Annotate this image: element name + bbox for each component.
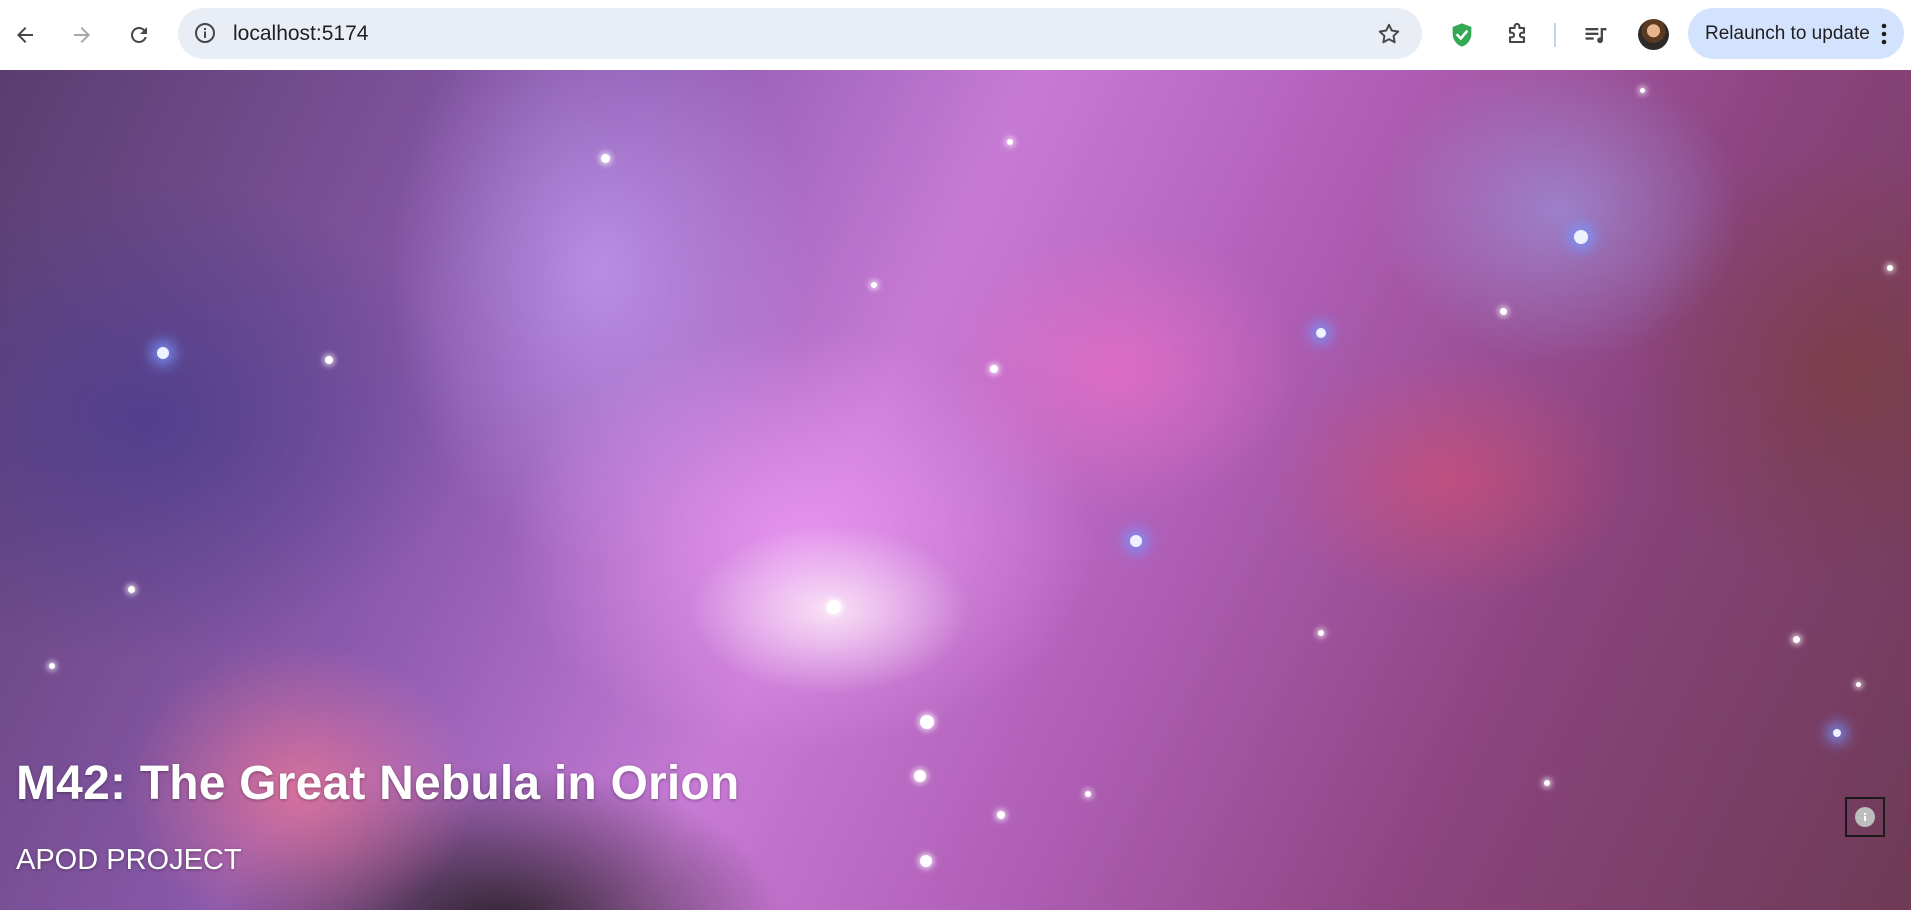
reload-button[interactable] xyxy=(119,15,159,55)
shield-check-icon xyxy=(1452,23,1472,47)
star xyxy=(1833,729,1841,737)
browser-toolbar: localhost:5174 Relaunch to update xyxy=(0,0,1911,70)
apod-hero-image: M42: The Great Nebula in Orion APOD PROJ… xyxy=(0,70,1911,910)
bookmark-star-icon[interactable] xyxy=(1376,21,1402,47)
star xyxy=(1887,265,1893,271)
star xyxy=(920,715,934,729)
star xyxy=(49,663,55,669)
star xyxy=(128,586,135,593)
toolbar-divider xyxy=(1554,23,1556,47)
star xyxy=(1500,308,1507,315)
star xyxy=(157,347,169,359)
star xyxy=(1856,682,1861,687)
puzzle-piece-icon xyxy=(1508,22,1526,44)
star xyxy=(920,855,932,867)
star xyxy=(1318,630,1324,636)
page-title: M42: The Great Nebula in Orion xyxy=(16,757,740,810)
star xyxy=(325,356,333,364)
star xyxy=(1007,139,1013,145)
shield-extension-button[interactable] xyxy=(1444,17,1480,53)
star xyxy=(1085,791,1091,797)
star xyxy=(601,154,610,163)
star xyxy=(990,365,998,373)
forward-button[interactable] xyxy=(62,15,102,55)
more-menu-icon[interactable] xyxy=(1872,21,1896,47)
relaunch-label: Relaunch to update xyxy=(1705,23,1870,44)
star xyxy=(914,770,926,782)
relaunch-to-update-button[interactable]: Relaunch to update xyxy=(1688,8,1904,59)
star xyxy=(871,282,877,288)
back-arrow-icon xyxy=(17,27,33,43)
reload-icon xyxy=(130,26,147,43)
star xyxy=(1316,328,1326,338)
star xyxy=(1640,88,1645,93)
info-toggle-button[interactable] xyxy=(1845,797,1885,837)
star xyxy=(1130,535,1142,547)
info-icon xyxy=(1855,807,1875,827)
address-bar[interactable]: localhost:5174 xyxy=(178,8,1422,59)
star xyxy=(1574,230,1588,244)
forward-arrow-icon xyxy=(74,27,90,43)
back-button[interactable] xyxy=(5,15,45,55)
extensions-button[interactable] xyxy=(1499,17,1535,53)
site-name: APOD PROJECT xyxy=(16,844,242,876)
site-info-icon[interactable] xyxy=(193,21,217,45)
media-controls-button[interactable] xyxy=(1578,17,1614,53)
profile-avatar[interactable] xyxy=(1638,19,1669,50)
star xyxy=(997,811,1005,819)
star xyxy=(1544,780,1550,786)
url-text[interactable]: localhost:5174 xyxy=(233,8,368,59)
star xyxy=(827,600,841,614)
queue-music-icon xyxy=(1585,28,1607,44)
star xyxy=(1793,636,1800,643)
